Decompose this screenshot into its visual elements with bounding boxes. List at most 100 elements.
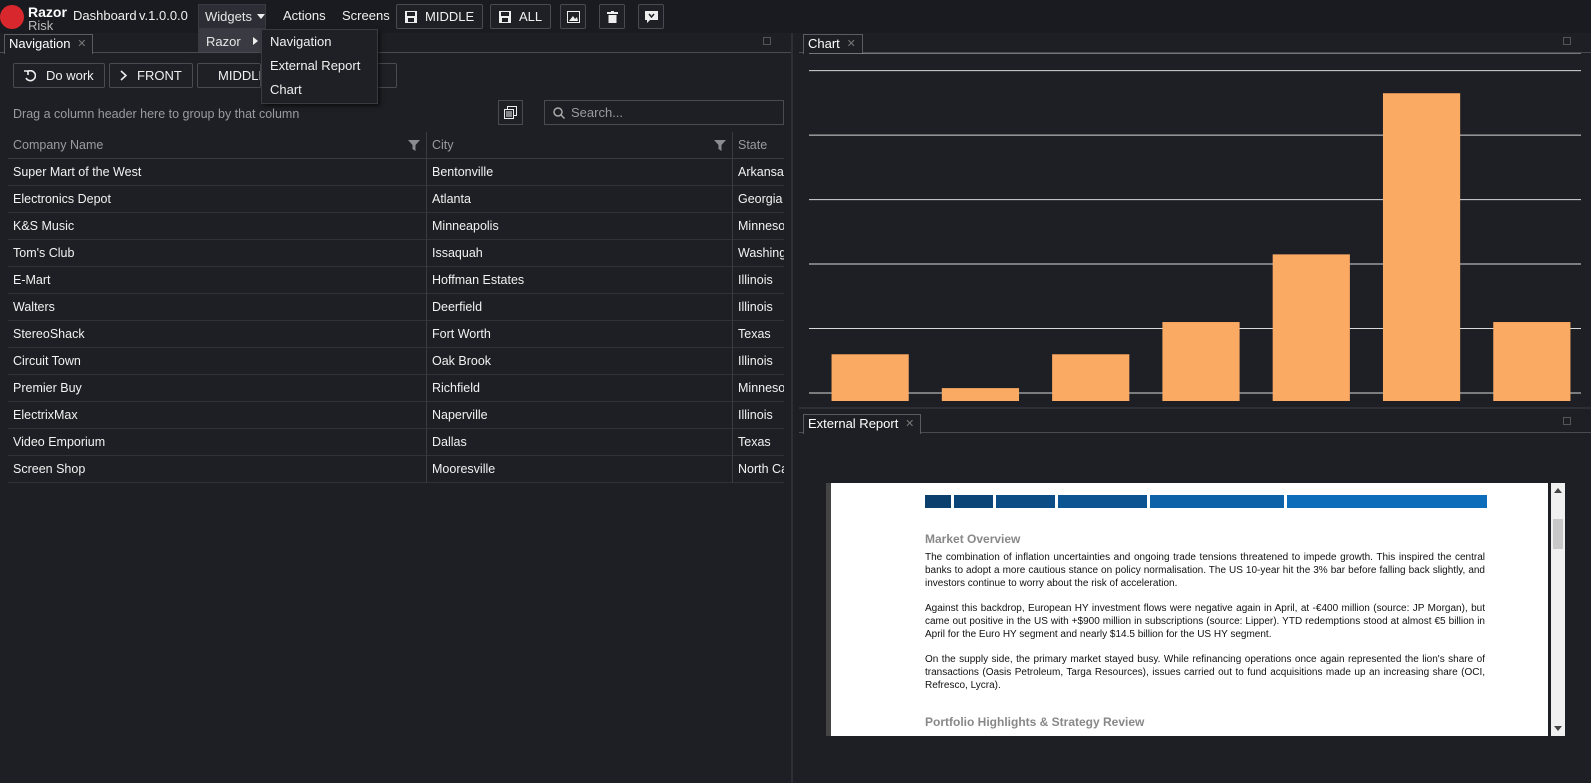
maximize-icon[interactable] [1563,417,1571,425]
cell-city: Mooresville [427,456,733,483]
column-header-company-name[interactable]: Company Name [8,132,427,159]
table-row[interactable]: StereoShack Fort Worth Texas [8,321,784,348]
table-row[interactable]: Circuit Town Oak Brook Illinois [8,348,784,375]
search-box[interactable] [544,100,784,125]
tab-external-report[interactable]: External Report ✕ [803,414,922,434]
dropdown-item-external-report[interactable]: External Report [262,54,377,78]
column-header-label: Company Name [13,138,104,152]
tab-chart-label: Chart [808,36,840,51]
maximize-icon[interactable] [763,37,771,45]
scroll-up-icon[interactable] [1554,488,1562,493]
do-work-label: Do work [46,68,94,83]
menu-widgets-label: Widgets [205,9,252,24]
table-row[interactable]: Walters Deerfield Illinois [8,294,784,321]
column-header-state[interactable]: State [733,132,784,159]
search-input[interactable] [571,105,771,120]
scroll-down-icon[interactable] [1554,726,1562,731]
cell-state: Illinois [738,354,773,368]
cell-state: Georgia [738,192,783,206]
chart-tabstrip: Chart ✕ [799,33,1591,54]
report-paragraph-2: Against this backdrop, European HY inves… [925,603,1485,640]
cell-state: Arkansas [738,165,784,179]
cell-city: Deerfield [427,294,733,321]
menu-actions[interactable]: Actions [283,8,326,23]
cell-city: Richfield [427,375,733,402]
save-middle-button[interactable]: MIDDLE [396,4,484,29]
tab-chart[interactable]: Chart ✕ [803,34,863,54]
table-row[interactable]: Tom's ClubIssaquah Washington [8,240,784,267]
header-bar [954,495,993,508]
scrollbar-thumb[interactable] [1553,519,1563,549]
chart-bar[interactable] [1052,354,1130,401]
delete-button[interactable] [599,4,625,29]
table-row[interactable]: Super Mart of the West Bentonville Arkansa… [8,159,784,186]
table-row[interactable]: E-Mart Hoffman Estates Illinois [8,267,784,294]
table-row[interactable]: K&S MusicMinneapolis Minnesota [8,213,784,240]
dropdown-item-chart[interactable]: Chart [262,78,377,102]
chart-bar[interactable] [1162,322,1240,401]
table-row[interactable]: Screen ShopMooresville North Carolina [8,456,784,483]
chart-bar[interactable] [941,388,1020,401]
app-title: Dashboard [73,8,137,23]
maximize-icon[interactable] [1563,37,1571,45]
cell-company-name: Video Emporium [8,429,427,456]
close-icon[interactable]: ✕ [77,35,86,53]
table-row[interactable]: Electronics Depot Atlanta Georgia [8,186,784,213]
column-header-label: State [738,138,768,152]
navigation-panel: Navigation ✕ Do work FRONT MIDDLE Drag a… [0,33,793,783]
tab-navigation[interactable]: Navigation ✕ [4,34,94,54]
menu-screens[interactable]: Screens [342,8,390,23]
chevron-right-icon [120,70,127,81]
filter-icon[interactable] [714,140,726,151]
chevron-down-icon [256,13,265,19]
cell-company-name: ElectrixMax [8,402,427,429]
menu-widgets[interactable]: Widgets [198,4,266,29]
tab-navigation-label: Navigation [9,36,71,51]
cell-company-name: Super Mart of the West [8,159,427,186]
cell-city: Atlanta [427,186,733,213]
cell-company-name: Electronics Depot [8,186,427,213]
cell-company-name: Tom's Club [8,240,427,267]
cell-company-name: Walters [8,294,427,321]
column-chooser-icon [504,106,517,119]
chart-bar[interactable] [1382,93,1461,401]
image-icon [566,10,580,23]
table-row[interactable]: Premier BuyRichfield Minnesota [8,375,784,402]
middle-button[interactable]: MIDDLE [197,63,261,88]
table-row[interactable]: ElectrixMax Naperville Illinois [8,402,784,429]
image-button[interactable] [560,4,586,29]
column-header-city[interactable]: City [427,132,733,159]
report-tabstrip: External Report ✕ [799,413,1591,434]
comment-button[interactable] [638,4,664,29]
grid-header: Company Name City State [8,132,784,159]
cell-company-name: Circuit Town [8,348,427,375]
cell-state: Washington [738,246,784,260]
group-panel-hint: Drag a column header here to group by th… [13,107,300,121]
table-row[interactable]: Video Emporium Dallas Texas [8,429,784,456]
dropdown-submenu: Navigation External Report Chart [261,29,378,104]
section-title-market-overview: Market Overview [925,532,1021,546]
cell-state: Illinois [738,408,773,422]
chart-bar[interactable] [1272,254,1350,401]
filter-icon[interactable] [408,140,420,151]
chart-bar[interactable] [1493,322,1571,401]
save-all-button[interactable]: ALL [490,4,552,29]
razor-risk-logo: Razor Risk [0,2,67,33]
cell-city: Dallas [427,429,733,456]
report-scrollbar[interactable] [1551,483,1565,736]
dropdown-item-navigation[interactable]: Navigation [262,30,377,54]
front-label: FRONT [137,68,182,83]
cell-city: Bentonville [427,159,733,186]
front-button[interactable]: FRONT [109,63,193,88]
comment-icon [644,10,658,23]
column-chooser-button[interactable] [498,100,523,125]
app-version: v.1.0.0.0 [139,8,188,23]
close-icon[interactable]: ✕ [847,35,856,53]
cell-state: Minnesota [738,381,784,395]
cell-state: Minnesota [738,219,784,233]
chart-panel: Chart ✕ [799,33,1591,409]
close-icon[interactable]: ✕ [905,415,914,433]
do-work-button[interactable]: Do work [13,63,105,88]
chart-bar[interactable] [831,354,909,401]
header-bar [996,495,1055,508]
